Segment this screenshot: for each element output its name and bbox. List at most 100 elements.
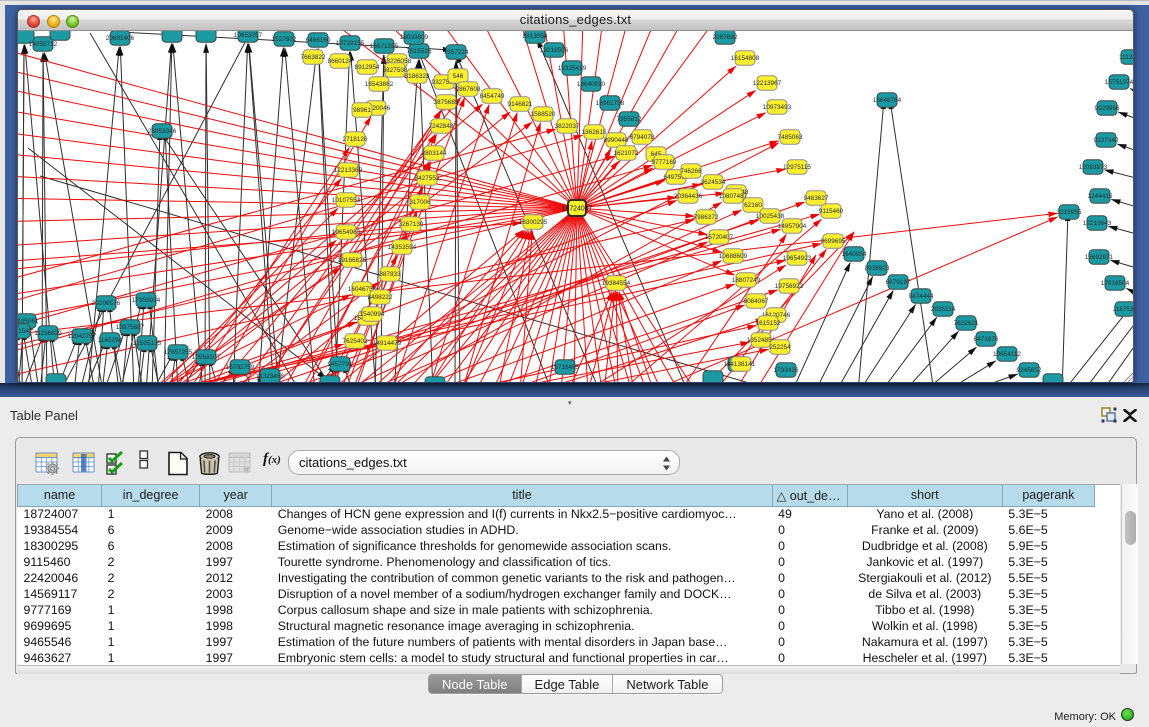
svg-text:8427552: 8427552 (415, 175, 440, 182)
svg-text:3498222: 3498222 (368, 294, 393, 301)
svg-text:10719155: 10719155 (336, 40, 365, 47)
svg-text:10654112: 10654112 (993, 351, 1021, 358)
svg-text:7515525: 7515525 (407, 48, 432, 55)
svg-text:16154808: 16154808 (731, 55, 760, 62)
svg-text:9329966: 9329966 (1095, 105, 1120, 112)
svg-text:6466160: 6466160 (306, 37, 331, 44)
svg-text:16961758: 16961758 (596, 100, 625, 107)
svg-text:8471676: 8471676 (974, 336, 999, 343)
svg-text:18807249: 18807249 (732, 277, 761, 284)
svg-text:19654923: 19654923 (783, 255, 812, 262)
svg-text:62160: 62160 (744, 202, 762, 209)
svg-text:2935114: 2935114 (931, 306, 956, 313)
svg-text:8454749: 8454749 (480, 93, 505, 100)
svg-text:2718126: 2718126 (343, 136, 368, 143)
svg-text:17359934: 17359934 (132, 297, 161, 304)
svg-text:887833: 887833 (379, 271, 401, 278)
svg-text:12975115: 12975115 (783, 164, 811, 171)
svg-text:9245652: 9245652 (1017, 367, 1042, 374)
svg-text:18724007: 18724007 (562, 205, 593, 212)
svg-text:13325419: 13325419 (558, 65, 587, 72)
svg-text:9146821: 9146821 (508, 101, 533, 108)
svg-text:15720407: 15720407 (705, 234, 734, 241)
svg-text:10688609: 10688609 (719, 253, 748, 260)
svg-text:16648784: 16648784 (873, 97, 902, 104)
svg-text:17016504: 17016504 (1101, 280, 1130, 287)
svg-text:6794078: 6794078 (630, 134, 655, 141)
svg-text:3875685: 3875685 (434, 99, 459, 106)
svg-text:19384554: 19384554 (602, 280, 631, 287)
svg-text:8912954: 8912954 (355, 64, 380, 71)
svg-text:39154: 39154 (18, 328, 29, 335)
svg-text:12213967: 12213967 (753, 80, 782, 87)
svg-text:6879197: 6879197 (886, 279, 911, 286)
svg-text:1112846: 1112846 (1119, 54, 1133, 61)
svg-text:10975887: 10975887 (116, 324, 145, 331)
svg-text:9474444: 9474444 (909, 293, 934, 300)
svg-text:9084067: 9084067 (744, 298, 769, 305)
svg-text:20364436: 20364436 (674, 193, 703, 200)
svg-text:7986372: 7986372 (694, 214, 719, 221)
svg-text:12505135: 12505135 (133, 340, 162, 347)
svg-text:19654983: 19654983 (332, 229, 361, 236)
svg-text:20691406: 20691406 (106, 35, 135, 42)
svg-text:9463627: 9463627 (804, 195, 829, 202)
svg-text:252254: 252254 (769, 344, 791, 351)
svg-text:10973493: 10973493 (763, 104, 792, 111)
svg-text:1362615: 1362615 (582, 129, 607, 136)
svg-text:1621072: 1621072 (614, 150, 639, 157)
svg-text:7663822: 7663822 (301, 54, 326, 61)
svg-text:1588520: 1588520 (531, 111, 556, 118)
svg-text:7242848: 7242848 (429, 123, 454, 130)
svg-text:10107553: 10107553 (332, 197, 361, 204)
svg-text:19218506: 19218506 (540, 47, 569, 54)
svg-text:10653257: 10653257 (234, 32, 263, 39)
svg-text:14914479: 14914479 (373, 340, 402, 347)
svg-text:7485063: 7485063 (778, 134, 803, 141)
svg-text:2803144: 2803144 (422, 150, 447, 157)
svg-text:15751074: 15751074 (1105, 79, 1133, 86)
svg-text:11156829: 11156829 (34, 330, 62, 337)
svg-text:2867608: 2867608 (456, 86, 481, 93)
svg-text:7955812: 7955812 (617, 116, 642, 123)
svg-text:16782759: 16782759 (226, 364, 255, 371)
svg-text:11323468: 11323468 (256, 373, 284, 380)
svg-text:28053346: 28053346 (148, 128, 177, 135)
svg-text:2087682: 2087682 (713, 34, 738, 41)
svg-text:12213369: 12213369 (334, 167, 363, 174)
svg-text:1733426: 1733426 (774, 367, 799, 374)
svg-text:14055712: 14055712 (29, 41, 58, 48)
svg-text:1640954: 1640954 (842, 251, 867, 258)
svg-text:3624534: 3624534 (701, 179, 726, 186)
svg-text:317006: 317006 (409, 199, 431, 206)
svg-text:18300295: 18300295 (519, 219, 548, 226)
svg-text:3822037: 3822037 (555, 123, 580, 130)
svg-text:16033809: 16033809 (400, 34, 429, 41)
svg-text:7632621: 7632621 (954, 320, 979, 327)
svg-text:15692971: 15692971 (1085, 254, 1114, 261)
svg-text:3215955: 3215955 (1057, 209, 1082, 216)
svg-text:7357224: 7357224 (444, 49, 469, 56)
svg-text:1244415: 1244415 (1088, 193, 1113, 200)
svg-text:9227342: 9227342 (1094, 137, 1119, 144)
svg-text:16671355: 16671355 (370, 43, 399, 50)
svg-text:7625402: 7625402 (343, 338, 368, 345)
svg-text:12942757: 12942757 (68, 333, 97, 340)
svg-text:1527602: 1527602 (272, 36, 297, 43)
svg-text:9115460: 9115460 (819, 208, 844, 215)
svg-text:10807487: 10807487 (719, 193, 748, 200)
svg-text:8938923: 8938923 (865, 265, 890, 272)
svg-text:10958107: 10958107 (192, 354, 221, 361)
svg-text:8186323: 8186323 (405, 73, 430, 80)
svg-text:18640910: 18640910 (577, 81, 606, 88)
svg-text:3267130: 3267130 (399, 221, 424, 228)
svg-text:1540994: 1540994 (360, 311, 385, 318)
svg-text:8660124: 8660124 (328, 58, 353, 65)
svg-text:17957255: 17957255 (164, 349, 193, 356)
svg-text:19166825: 19166825 (338, 257, 367, 264)
svg-text:10210643: 10210643 (1083, 220, 1112, 227)
svg-text:8813054: 8813054 (523, 33, 548, 40)
svg-text:546: 546 (453, 73, 464, 80)
svg-text:9457791: 9457791 (328, 361, 353, 368)
svg-text:19756923: 19756923 (775, 283, 804, 290)
